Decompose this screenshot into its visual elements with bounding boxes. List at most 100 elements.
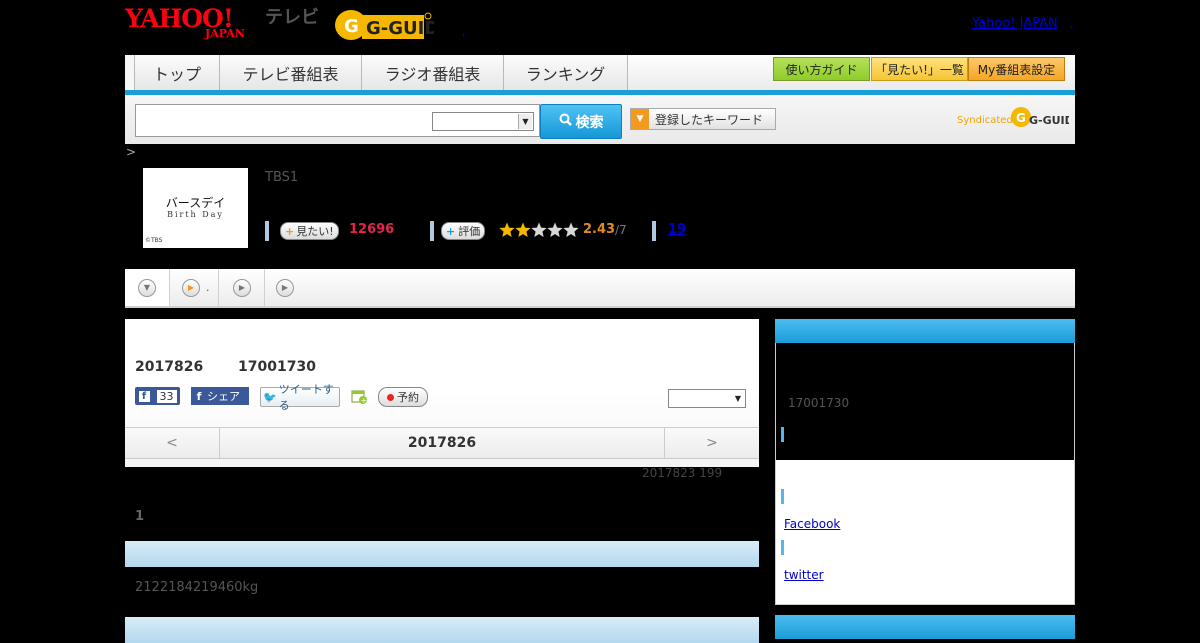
side-links-box: [775, 460, 1075, 605]
yahoo-japan-link[interactable]: Yahoo! JAPAN: [972, 16, 1058, 32]
side-header: [775, 615, 1075, 639]
search-button[interactable]: 検索: [540, 104, 622, 139]
subtab-current[interactable]: ▼: [125, 269, 170, 306]
subtab-3[interactable]: ▶: [220, 269, 265, 306]
plus-icon: +: [446, 224, 456, 238]
plus-icon: +: [285, 224, 295, 238]
channel-name: TBS1: [265, 170, 299, 185]
rating-max: /7: [615, 223, 627, 237]
saved-keywords-button[interactable]: ▼ 登録したキーワード: [630, 108, 776, 130]
divider: [265, 221, 269, 241]
program-thumbnail: バースデイ Birth Day ©TBS: [143, 168, 248, 248]
side-bar-marker: [781, 540, 784, 555]
next-date-button[interactable]: >: [664, 428, 759, 458]
star-empty-icon: [531, 222, 547, 237]
facebook-like-count: 33: [156, 389, 177, 403]
header-link-dot: ,: [1070, 16, 1074, 30]
facebook-share-button[interactable]: f シェア: [191, 387, 249, 405]
reserve-button[interactable]: 予約: [378, 387, 428, 407]
subtab-4[interactable]: ▶: [265, 269, 305, 306]
subtab-2-label: .: [206, 281, 210, 294]
tab-ranking[interactable]: ランキング: [504, 55, 628, 90]
rating-stars: [499, 222, 579, 237]
sub-tabs: ▼ ▶ . ▶ ▶: [125, 269, 1075, 308]
chevron-down-icon: ▼: [518, 114, 532, 129]
tab-tv-schedule[interactable]: テレビ番組表: [220, 55, 362, 90]
search-bar: ▼ 検索 ▼ 登録したキーワード Syndicated G G-GUIDE: [125, 95, 1075, 144]
date-nav: < 2017826 >: [125, 427, 759, 459]
side-bar-marker: [781, 427, 784, 442]
updated-text: 2017823 199: [642, 466, 723, 480]
broadcast-time: 17001730: [238, 359, 316, 375]
gguide-logo[interactable]: G G-GUIDE: [334, 7, 434, 41]
broadcast-date: 2017826: [135, 359, 204, 375]
side-bar-marker: [781, 489, 784, 504]
star-empty-icon: [547, 222, 563, 237]
tweet-button[interactable]: 🐦 ツイートする: [260, 383, 340, 412]
guide-button[interactable]: 使い方ガイド: [773, 57, 870, 81]
thumbnail-title: バースデイ: [165, 196, 226, 210]
tweet-label: ツイートする: [278, 383, 334, 412]
side-time: 17001730: [788, 396, 850, 410]
header-dot: ,: [462, 24, 466, 38]
want-count: 12696: [349, 222, 395, 237]
add-calendar-icon[interactable]: +: [351, 387, 367, 405]
section-header: [125, 541, 759, 567]
facebook-like-button[interactable]: f 33: [135, 387, 180, 405]
syndicated-logo-text: G-GUIDE: [1029, 114, 1069, 127]
divider: [430, 221, 434, 241]
my-schedule-settings-button[interactable]: My番組表設定: [968, 57, 1065, 81]
syndicated-gguide-logo: Syndicated G G-GUIDE: [957, 107, 1069, 127]
yahoo-japan-logo[interactable]: YAHOO! JAPAN: [125, 4, 263, 42]
want-list-button[interactable]: 「見たい!」一覧: [871, 57, 968, 81]
subtab-2[interactable]: ▶ .: [170, 269, 219, 306]
tab-radio-schedule[interactable]: ラジオ番組表: [362, 55, 504, 90]
reserve-label: 予約: [397, 391, 419, 404]
tv-label: テレビ: [265, 7, 319, 28]
episode-count: 1: [135, 509, 145, 524]
tab-top[interactable]: トップ: [135, 55, 220, 90]
rate-button[interactable]: + 評価: [441, 222, 486, 240]
gguide-logo-text: G-GUIDE: [366, 18, 434, 39]
record-dot-icon: [387, 393, 394, 401]
play-icon: ▶: [233, 278, 251, 297]
want-button[interactable]: + 見たい!: [280, 222, 339, 240]
facebook-link[interactable]: Facebook: [784, 517, 840, 531]
japan-logo-text: JAPAN: [205, 27, 245, 40]
date-nav-current: 2017826: [407, 435, 477, 451]
facebook-icon: f: [138, 390, 150, 402]
twitter-bird-icon: 🐦: [263, 390, 277, 404]
main-nav: トップ テレビ番組表 ラジオ番組表 ランキング 使い方ガイド 「見たい!」一覧 …: [125, 55, 1075, 95]
facebook-icon: f: [196, 389, 202, 403]
divider: [652, 221, 656, 241]
svg-text:G: G: [344, 16, 359, 37]
rate-button-label: 評価: [458, 225, 481, 238]
twitter-link[interactable]: twitter: [784, 568, 824, 582]
want-button-label: 見たい!: [296, 225, 334, 238]
star-empty-icon: [563, 222, 579, 237]
thumbnail-copyright: ©TBS: [145, 237, 163, 244]
review-count-link[interactable]: 19: [668, 222, 686, 237]
side-header: [775, 319, 1075, 343]
search-category-select[interactable]: ▼: [432, 112, 534, 131]
svg-text:+: +: [361, 396, 368, 404]
svg-text:G: G: [1016, 111, 1026, 125]
nav-left-cap: [125, 55, 135, 90]
saved-keywords-label: 登録したキーワード: [655, 112, 764, 127]
device-select[interactable]: ▼: [668, 389, 746, 408]
play-icon: ▶: [182, 278, 200, 297]
section-header: [125, 617, 759, 643]
star-filled-icon: [515, 222, 531, 237]
syndicated-label: Syndicated: [957, 115, 1013, 126]
search-icon: [559, 113, 572, 130]
program-description: 2122184219460kg: [135, 580, 259, 595]
play-icon: ▶: [276, 278, 294, 297]
star-filled-icon: [499, 222, 515, 237]
breadcrumb[interactable]: >: [126, 145, 136, 159]
broadcast-panel: 2017826 17001730 f 33 f シェア 🐦 ツイートする + 予…: [125, 319, 759, 467]
prev-date-button[interactable]: <: [125, 428, 220, 458]
search-button-label: 検索: [575, 114, 604, 131]
facebook-share-label: シェア: [207, 390, 240, 403]
chevron-down-icon: ▼: [734, 394, 742, 403]
down-arrow-icon: ▼: [138, 278, 156, 297]
